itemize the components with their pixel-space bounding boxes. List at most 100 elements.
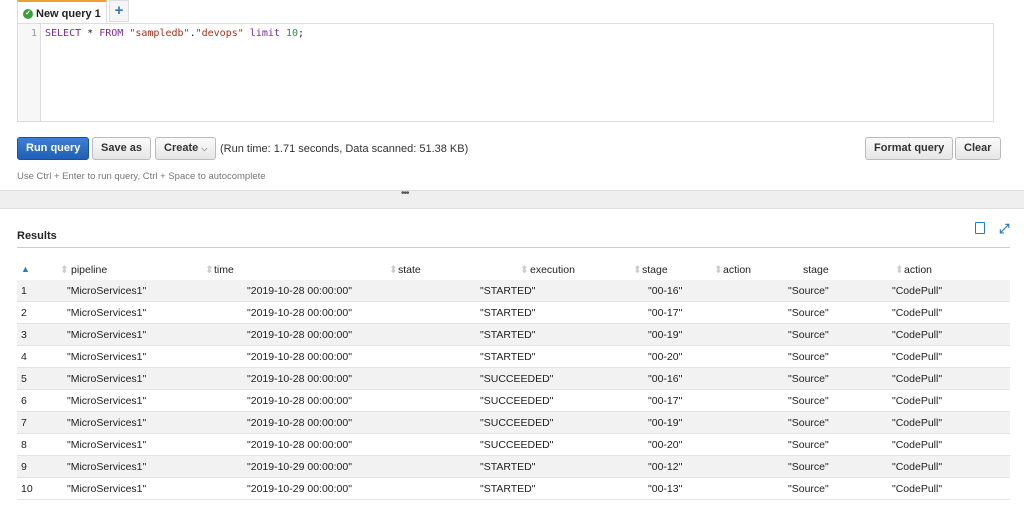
- semicolon: ;: [298, 28, 304, 39]
- table-header: ▲ ⬍pipeline ⬍time ⬍state ⬍execution ⬍sta…: [17, 259, 1010, 280]
- string: "sampledb": [129, 28, 189, 39]
- table-cell: "Source": [788, 351, 829, 363]
- table-cell: "SUCCEEDED": [480, 395, 553, 407]
- table-row[interactable]: 4"MicroServices1""2019-10-28 00:00:00""S…: [17, 346, 1010, 368]
- check-icon: ✓: [23, 9, 33, 19]
- tab-new-query-1[interactable]: ✓New query 1: [17, 0, 107, 24]
- column-header[interactable]: state: [398, 264, 421, 276]
- sort-icon[interactable]: ⬍: [633, 264, 642, 276]
- table-cell: "00-17": [648, 307, 682, 319]
- sort-icon[interactable]: ⬍: [205, 264, 214, 276]
- resize-handle[interactable]: •••: [401, 188, 409, 199]
- table-cell: 1: [21, 285, 27, 297]
- sql-editor[interactable]: 1 SELECT * FROM "sampledb"."devops" limi…: [17, 23, 994, 122]
- run-info: (Run time: 1.71 seconds, Data scanned: 5…: [220, 143, 468, 155]
- table-cell: "MicroServices1": [67, 373, 146, 385]
- table-cell: "STARTED": [480, 461, 536, 473]
- table-row[interactable]: 9"MicroServices1""2019-10-29 00:00:00""S…: [17, 456, 1010, 478]
- table-cell: "Source": [788, 329, 829, 341]
- expand-icon[interactable]: ⤢: [999, 221, 1009, 237]
- keyword: FROM: [99, 28, 123, 39]
- table-cell: "CodePull": [892, 395, 942, 407]
- sort-icon[interactable]: ⬍: [389, 264, 398, 276]
- table-cell: "00-20": [648, 351, 682, 363]
- table-cell: "STARTED": [480, 285, 536, 297]
- chevron-down-icon: ⌵: [201, 144, 207, 153]
- table-row[interactable]: 5"MicroServices1""2019-10-28 00:00:00""S…: [17, 368, 1010, 390]
- sort-icon[interactable]: ▲: [21, 264, 30, 274]
- download-icon[interactable]: [975, 222, 985, 234]
- table-cell: "MicroServices1": [67, 329, 146, 341]
- table-cell: "SUCCEEDED": [480, 373, 553, 385]
- table-cell: "00-16": [648, 285, 682, 297]
- table-cell: "SUCCEEDED": [480, 417, 553, 429]
- table-cell: "2019-10-28 00:00:00": [247, 395, 352, 407]
- string: "devops": [196, 28, 244, 39]
- column-header[interactable]: action: [904, 264, 932, 276]
- sort-icon[interactable]: ⬍: [60, 264, 69, 276]
- table-cell: 7: [21, 417, 27, 429]
- table-cell: "MicroServices1": [67, 395, 146, 407]
- table-cell: "2019-10-29 00:00:00": [247, 483, 352, 495]
- table-cell: "CodePull": [892, 483, 942, 495]
- column-header[interactable]: action: [723, 264, 751, 276]
- table-cell: "2019-10-28 00:00:00": [247, 329, 352, 341]
- query-editor-panel: ✓New query 1 + 1 SELECT * FROM "sampledb…: [0, 0, 1024, 191]
- create-label: Create: [164, 142, 198, 154]
- column-header[interactable]: execution: [530, 264, 575, 276]
- table-cell: "Source": [788, 285, 829, 297]
- table-cell: "2019-10-28 00:00:00": [247, 417, 352, 429]
- table-row[interactable]: 1"MicroServices1""2019-10-28 00:00:00""S…: [17, 280, 1010, 302]
- table-row[interactable]: 3 "MicroServices1" "2019-10-28 00:00:00" "S…: [17, 324, 1010, 346]
- column-header[interactable]: stage: [642, 264, 668, 276]
- sql-code[interactable]: SELECT * FROM "sampledb"."devops" limit …: [45, 28, 304, 39]
- format-query-button[interactable]: Format query: [865, 137, 953, 160]
- results-panel: Results ⤢ ▲ ⬍pipeline ⬍time ⬍state ⬍exec…: [0, 208, 1024, 508]
- create-dropdown[interactable]: Create ⌵: [155, 137, 216, 160]
- table-cell: "STARTED": [480, 483, 536, 495]
- table-row[interactable]: 2"MicroServices1""2019-10-28 00:00:00""S…: [17, 302, 1010, 324]
- add-tab-button[interactable]: +: [109, 0, 129, 22]
- table-cell: 2: [21, 307, 27, 319]
- table-cell: "CodePull": [892, 417, 942, 429]
- table-cell: "CodePull": [892, 439, 942, 451]
- sort-icon[interactable]: ⬍: [520, 264, 529, 276]
- table-row[interactable]: 8"MicroServices1""2019-10-28 00:00:00""S…: [17, 434, 1010, 456]
- table-cell: "Source": [788, 373, 829, 385]
- table-cell: 9: [21, 461, 27, 473]
- column-header[interactable]: stage: [803, 264, 829, 276]
- table-cell: 6: [21, 395, 27, 407]
- results-title: Results: [17, 230, 57, 242]
- table-cell: "2019-10-29 00:00:00": [247, 461, 352, 473]
- table-cell: "CodePull": [892, 307, 942, 319]
- table-cell: "CodePull": [892, 461, 942, 473]
- run-query-button[interactable]: Run query: [17, 137, 89, 160]
- table-cell: "Source": [788, 439, 829, 451]
- table-cell: "Source": [788, 483, 829, 495]
- tab-label: New query 1: [36, 8, 101, 20]
- clear-button[interactable]: Clear: [955, 137, 1001, 160]
- table-cell: "MicroServices1": [67, 285, 146, 297]
- table-cell: "MicroServices1": [67, 483, 146, 495]
- table-cell: "00-19": [648, 329, 682, 341]
- sort-icon[interactable]: ⬍: [714, 264, 723, 276]
- column-header[interactable]: time: [214, 264, 234, 276]
- table-row[interactable]: 7"MicroServices1""2019-10-28 00:00:00""S…: [17, 412, 1010, 434]
- table-cell: "STARTED": [480, 329, 536, 341]
- table-cell: 3: [21, 329, 27, 341]
- table-cell: "STARTED": [480, 351, 536, 363]
- line-number: 1: [18, 24, 41, 121]
- table-cell: "00-13": [648, 483, 682, 495]
- sort-icon[interactable]: ⬍: [895, 264, 904, 276]
- operator: *: [87, 28, 93, 39]
- table-row[interactable]: 10"MicroServices1""2019-10-29 00:00:00""…: [17, 478, 1010, 500]
- save-as-button[interactable]: Save as: [92, 137, 151, 160]
- table-cell: "Source": [788, 395, 829, 407]
- table-row[interactable]: 6 "MicroServices1" "2019-10-28 00:00:00" "S…: [17, 390, 1010, 412]
- column-header[interactable]: pipeline: [71, 264, 107, 276]
- table-cell: "SUCCEEDED": [480, 439, 553, 451]
- table-cell: 5: [21, 373, 27, 385]
- table-cell: "MicroServices1": [67, 351, 146, 363]
- table-cell: "Source": [788, 461, 829, 473]
- divider: [17, 247, 1010, 248]
